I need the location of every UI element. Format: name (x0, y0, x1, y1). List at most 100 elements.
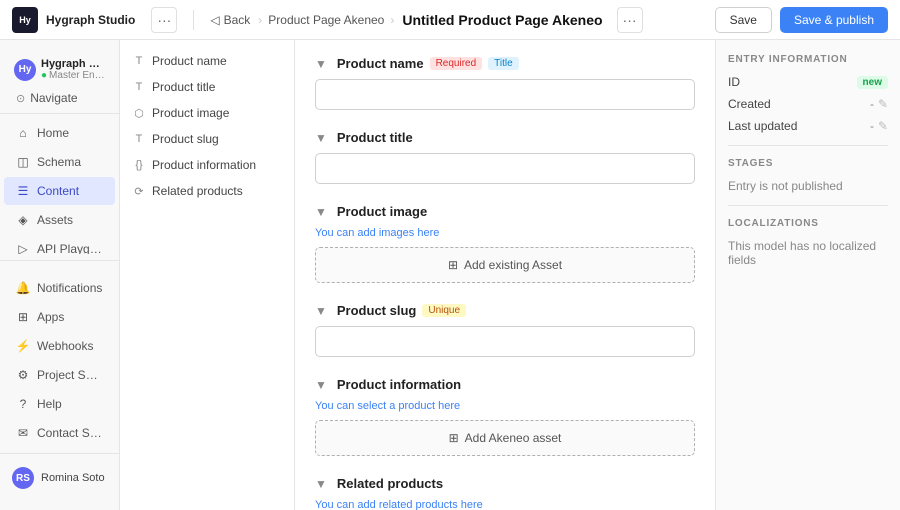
sidebar-item-assets[interactable]: ◈ Assets (4, 206, 115, 234)
webhooks-icon: ⚡ (16, 339, 30, 353)
workspace-avatar: Hy (14, 59, 36, 81)
badge-unique: Unique (422, 304, 466, 317)
sidebar-item-webhooks[interactable]: ⚡ Webhooks (4, 332, 115, 360)
section-related-products: ▼ Related products You can add related p… (315, 476, 695, 510)
created-edit-icon[interactable]: ✎ (878, 97, 888, 111)
topbar-divider (193, 10, 194, 30)
info-row-last-updated: Last updated - ✎ (728, 119, 888, 133)
image-icon: ⬡ (132, 106, 146, 120)
user-menu[interactable]: RS Romina Soto (0, 460, 119, 496)
text-icon-1: T (132, 54, 146, 68)
created-value: - (870, 97, 874, 111)
breadcrumb: › Product Page Akeneo › (258, 13, 394, 27)
add-existing-asset-button[interactable]: ⊞ Add existing Asset (315, 247, 695, 283)
add-akeneo-asset-button[interactable]: ⊞ Add Akeneo asset (315, 420, 695, 456)
field-product-name[interactable]: T Product name (120, 48, 294, 74)
page-title: Untitled Product Page Akeneo (402, 12, 602, 28)
sidebar: Hy Hygraph Recipes ... ●Master Environ..… (0, 40, 120, 510)
last-updated-edit-icon[interactable]: ✎ (878, 119, 888, 133)
section-product-title: ▼ Product title (315, 130, 695, 184)
text-icon-3: T (132, 132, 146, 146)
last-updated-value: - (870, 119, 874, 133)
sidebar-item-content[interactable]: ☰ Content (4, 177, 115, 205)
workspace-env: ●Master Environ... (41, 70, 105, 81)
brand-logo: Hy (12, 7, 38, 33)
entry-info-title: Entry information (728, 54, 888, 65)
sidebar-bottom: 🔔 Notifications ⊞ Apps ⚡ Webhooks ⚙ Proj… (0, 267, 119, 502)
back-arrow-icon: ◁ (210, 13, 219, 27)
field-product-image[interactable]: ⬡ Product image (120, 100, 294, 126)
section-product-slug: ▼ Product slug Unique (315, 303, 695, 357)
section-product-image: ▼ Product image You can add images here … (315, 204, 695, 283)
home-icon: ⌂ (16, 126, 30, 140)
chevron-product-title: ▼ (315, 131, 327, 145)
localizations-title: Localizations (728, 218, 888, 229)
right-panel: Entry information ID new Created - ✎ Las… (715, 40, 900, 510)
section-product-name: ▼ Product name Required Title (315, 56, 695, 110)
chevron-related-products: ▼ (315, 477, 327, 491)
sidebar-item-project-settings[interactable]: ⚙ Project Settings (4, 361, 115, 389)
sidebar-item-notifications[interactable]: 🔔 Notifications (4, 274, 115, 302)
workspace-name: Hygraph Recipes ... (41, 58, 105, 70)
field-product-information[interactable]: {} Product information (120, 152, 294, 178)
breadcrumb-item[interactable]: Product Page Akeneo (268, 13, 384, 27)
sidebar-item-contact[interactable]: ✉ Contact Support (4, 419, 115, 447)
product-slug-input[interactable] (315, 326, 695, 357)
save-button[interactable]: Save (715, 7, 772, 33)
assets-icon: ◈ (16, 213, 30, 227)
help-icon: ? (16, 397, 30, 411)
product-image-subtitle: You can add images here (315, 227, 695, 239)
breadcrumb-sep2: › (390, 13, 394, 27)
sidebar-item-api[interactable]: ▷ API Playground (4, 235, 115, 254)
settings-icon: ⚙ (16, 368, 30, 382)
navigate-label: Navigate (30, 91, 77, 105)
stage-status: Entry is not published (728, 179, 888, 193)
chevron-product-information: ▼ (315, 378, 327, 392)
chevron-product-slug: ▼ (315, 304, 327, 318)
sidebar-item-home[interactable]: ⌂ Home (4, 119, 115, 147)
publish-button[interactable]: Save & publish (780, 7, 888, 33)
section-product-information: ▼ Product information You can select a p… (315, 377, 695, 456)
product-title-input[interactable] (315, 153, 695, 184)
back-button[interactable]: ◁ Back (210, 13, 250, 27)
content-area: ▼ Product name Required Title ▼ Product … (295, 40, 715, 510)
related-subtitle: You can add related products here (315, 499, 695, 510)
product-name-input[interactable] (315, 79, 695, 110)
user-divider (0, 453, 119, 454)
product-info-subtitle: You can select a product here (315, 400, 695, 412)
badge-required: Required (430, 57, 483, 70)
field-product-title[interactable]: T Product title (120, 74, 294, 100)
related-icon: ⟳ (132, 184, 146, 198)
created-label: Created (728, 97, 771, 111)
field-related-products[interactable]: ⟳ Related products (120, 178, 294, 204)
chevron-product-name: ▼ (315, 57, 327, 71)
user-name: Romina Soto (41, 472, 105, 484)
asset-btn-icon: ⊞ (448, 258, 458, 272)
navigate-icon: ⊙ (16, 92, 25, 105)
sidebar-nav: ⌂ Home ◫ Schema ☰ Content ◈ Assets ▷ API… (0, 118, 119, 254)
sidebar-item-apps[interactable]: ⊞ Apps (4, 303, 115, 331)
navigate-button[interactable]: ⊙ Navigate (8, 87, 111, 109)
sidebar-item-help[interactable]: ? Help (4, 390, 115, 418)
api-icon: ▷ (16, 242, 30, 254)
notifications-icon: 🔔 (16, 281, 30, 295)
title-dots-button[interactable]: ··· (617, 7, 643, 33)
object-icon: {} (132, 158, 146, 172)
id-label: ID (728, 75, 740, 89)
id-value-badge: new (857, 76, 888, 89)
chevron-product-image: ▼ (315, 205, 327, 219)
localization-status: This model has no localized fields (728, 239, 888, 267)
brand-dots-button[interactable]: ··· (151, 7, 177, 33)
contact-icon: ✉ (16, 426, 30, 440)
fields-panel: T Product name T Product title ⬡ Product… (120, 40, 295, 510)
panel-divider-2 (728, 205, 888, 206)
user-avatar: RS (12, 467, 34, 489)
sidebar-divider (0, 260, 119, 261)
sidebar-item-schema[interactable]: ◫ Schema (4, 148, 115, 176)
stages-title: Stages (728, 158, 888, 169)
brand-name: Hygraph Studio (46, 13, 135, 27)
field-product-slug[interactable]: T Product slug (120, 126, 294, 152)
schema-icon: ◫ (16, 155, 30, 169)
workspace-selector[interactable]: Hy Hygraph Recipes ... ●Master Environ..… (8, 54, 111, 85)
content-icon: ☰ (16, 184, 30, 198)
